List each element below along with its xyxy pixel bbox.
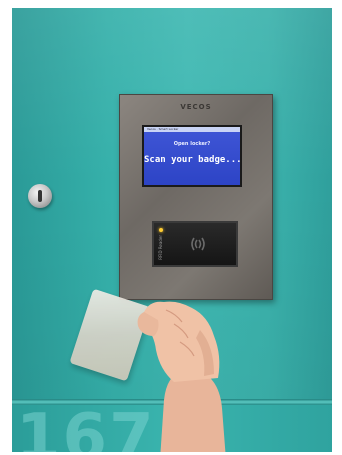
terminal-panel: VECOS Vecos · Smart Locker Open locker? … bbox=[119, 94, 273, 300]
panel-brand-logo: VECOS bbox=[180, 103, 212, 111]
key-lock bbox=[28, 184, 52, 208]
key-slot bbox=[38, 190, 42, 202]
badge-reader[interactable]: RFID Reader bbox=[152, 221, 238, 267]
screen-display: Vecos · Smart Locker Open locker? Scan y… bbox=[144, 127, 240, 185]
screen-question: Open locker? bbox=[173, 141, 211, 147]
reader-led-icon bbox=[159, 228, 163, 232]
rfid-waves-icon bbox=[191, 237, 205, 251]
locker-photo: VECOS Vecos · Smart Locker Open locker? … bbox=[12, 8, 332, 452]
reader-label: RFID Reader bbox=[158, 235, 163, 260]
screen-message: Scan your badge... bbox=[144, 155, 240, 165]
terminal-screen: Vecos · Smart Locker Open locker? Scan y… bbox=[142, 125, 242, 187]
screen-top-bar: Vecos · Smart Locker bbox=[144, 127, 240, 132]
hand-icon bbox=[137, 301, 226, 452]
